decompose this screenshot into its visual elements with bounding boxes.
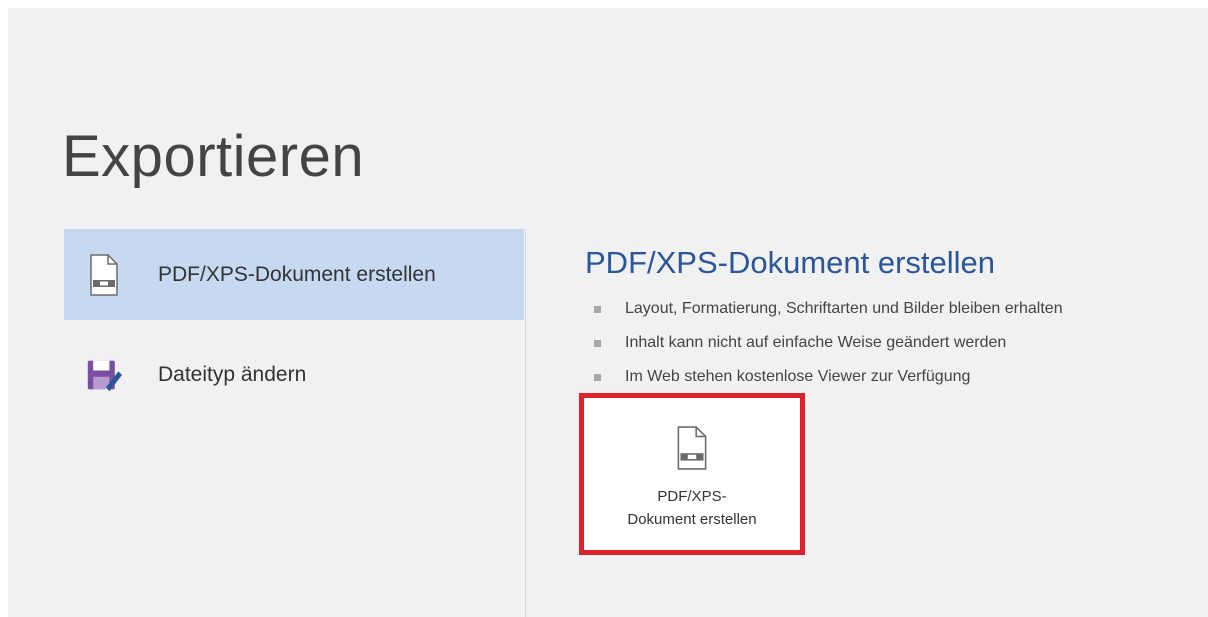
button-label-line: Dokument erstellen <box>627 510 757 528</box>
nav-item-label: Dateityp ändern <box>158 363 307 386</box>
list-item: Inhalt kann nicht auf einfache Weise geä… <box>594 326 1063 360</box>
create-pdf-button[interactable]: PDF/XPS- Dokument erstellen <box>592 406 792 542</box>
bullet-icon <box>594 339 601 347</box>
list-item-text: Im Web stehen kostenlose Viewer zur Verf… <box>625 368 971 385</box>
list-item-text: Inhalt kann nicht auf einfache Weise geä… <box>625 334 1007 351</box>
nav-item-change-filetype[interactable]: Dateityp ändern <box>64 327 524 423</box>
pdf-document-icon <box>86 252 122 298</box>
list-item: Im Web stehen kostenlose Viewer zur Verf… <box>594 360 1063 394</box>
detail-title: PDF/XPS-Dokument erstellen <box>585 245 996 280</box>
create-pdf-button-label: PDF/XPS- Dokument erstellen <box>627 486 756 531</box>
export-nav: PDF/XPS-Dokument erstellen Dateityp ände… <box>64 229 524 423</box>
list-item-text: Layout, Formatierung, Schriftarten und B… <box>625 300 1063 317</box>
divider <box>525 229 526 617</box>
page-title: Exportieren <box>62 124 365 189</box>
bullet-icon <box>594 373 601 381</box>
feature-list: Layout, Formatierung, Schriftarten und B… <box>594 292 1063 394</box>
button-label-line: PDF/XPS- <box>657 488 727 505</box>
nav-item-label: PDF/XPS-Dokument erstellen <box>158 262 436 286</box>
highlight-box: PDF/XPS- Dokument erstellen <box>579 393 805 555</box>
list-item: Layout, Formatierung, Schriftarten und B… <box>594 292 1063 326</box>
pdf-document-icon <box>672 426 712 478</box>
save-as-icon <box>86 352 122 398</box>
bullet-icon <box>594 305 601 313</box>
nav-item-create-pdf[interactable]: PDF/XPS-Dokument erstellen <box>64 229 524 320</box>
